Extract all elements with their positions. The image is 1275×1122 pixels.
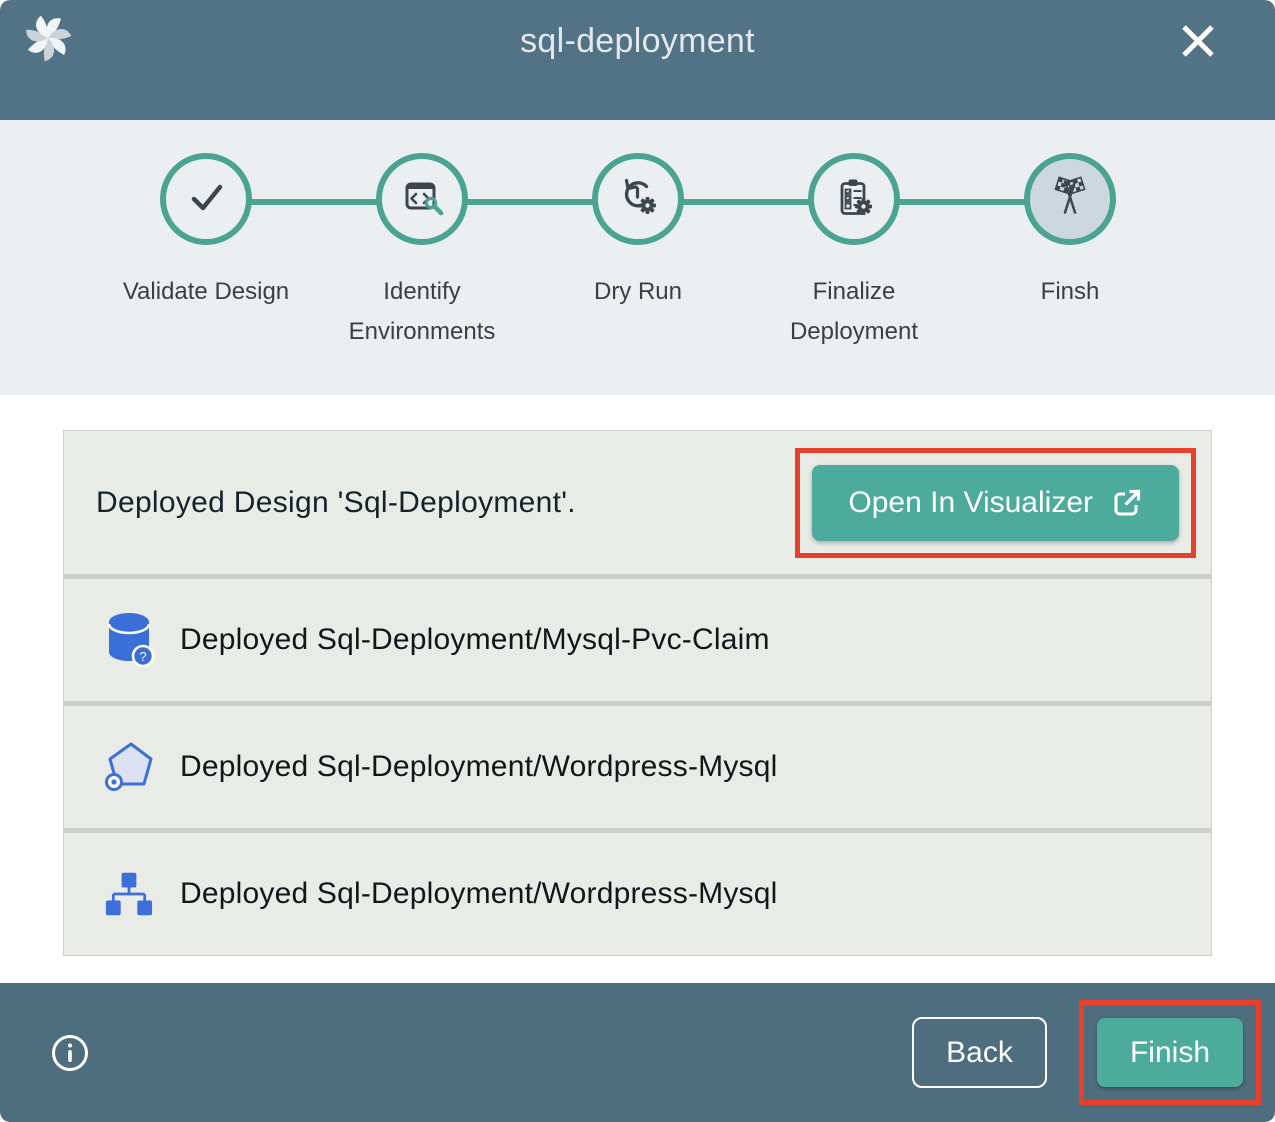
- step-circle-finalize[interactable]: [808, 153, 900, 245]
- close-icon[interactable]: [1178, 21, 1218, 61]
- step-circle-dry-run[interactable]: [592, 153, 684, 245]
- step-label: Dry Run: [594, 272, 682, 312]
- back-button[interactable]: Back: [912, 1017, 1047, 1088]
- topology-icon: [100, 862, 158, 926]
- code-config-icon: [400, 175, 444, 224]
- step-validate-design: Validate Design: [98, 153, 314, 351]
- result-row-text: Deployed Sql-Deployment/Wordpress-Mysql: [180, 877, 777, 911]
- deployment-summary-text: Deployed Design 'Sql-Deployment'.: [96, 486, 576, 520]
- result-row-text: Deployed Sql-Deployment/Mysql-Pvc-Claim: [180, 623, 770, 657]
- dialog-header: sql-deployment: [0, 0, 1275, 120]
- checklist-gear-icon: [832, 175, 876, 224]
- step-circle-validate[interactable]: [160, 153, 252, 245]
- external-link-icon: [1111, 487, 1143, 519]
- deployment-stepper: Validate Design: [0, 120, 1275, 395]
- step-finalize-deployment: Finalize Deployment: [746, 153, 962, 351]
- result-row-wordpress-mysql-1: Deployed Sql-Deployment/Wordpress-Mysql: [64, 706, 1211, 828]
- step-label: Finalize Deployment: [746, 272, 962, 351]
- database-icon: ?: [100, 608, 158, 672]
- step-label: Finsh: [1041, 272, 1100, 312]
- visualizer-highlight-box: Open In Visualizer: [795, 448, 1196, 558]
- step-dry-run: Dry Run: [530, 153, 746, 351]
- step-label: Identify Environments: [314, 272, 530, 351]
- deployment-dialog: sql-deployment Validate Design: [0, 0, 1275, 1122]
- result-row-pvc-claim: ? Deployed Sql-Deployment/Mysql-Pvc-Clai…: [64, 579, 1211, 701]
- deployment-summary-row: Deployed Design 'Sql-Deployment'. Open I…: [64, 431, 1211, 574]
- step-identify-environments: Identify Environments: [314, 153, 530, 351]
- dialog-title: sql-deployment: [0, 22, 1275, 61]
- step-finish: Finsh: [962, 153, 1178, 351]
- step-circle-identify[interactable]: [376, 153, 468, 245]
- deployment-results: Deployed Design 'Sql-Deployment'. Open I…: [0, 395, 1275, 983]
- step-circle-finish[interactable]: [1024, 153, 1116, 245]
- result-list: Deployed Design 'Sql-Deployment'. Open I…: [63, 430, 1212, 956]
- history-gear-icon: [616, 175, 660, 224]
- step-label: Validate Design: [123, 272, 289, 312]
- check-icon: [184, 175, 228, 224]
- open-in-visualizer-label: Open In Visualizer: [848, 486, 1093, 520]
- finish-button[interactable]: Finish: [1097, 1018, 1243, 1087]
- checkered-flags-icon: [1047, 174, 1093, 225]
- svg-text:?: ?: [139, 649, 146, 664]
- dialog-footer: Back Finish: [0, 983, 1275, 1122]
- info-icon[interactable]: [50, 1033, 90, 1073]
- result-row-text: Deployed Sql-Deployment/Wordpress-Mysql: [180, 750, 777, 784]
- finish-highlight-box: Finish: [1079, 1000, 1261, 1105]
- pentagon-icon: [100, 735, 158, 799]
- open-in-visualizer-button[interactable]: Open In Visualizer: [812, 465, 1179, 541]
- result-row-wordpress-mysql-2: Deployed Sql-Deployment/Wordpress-Mysql: [64, 833, 1211, 955]
